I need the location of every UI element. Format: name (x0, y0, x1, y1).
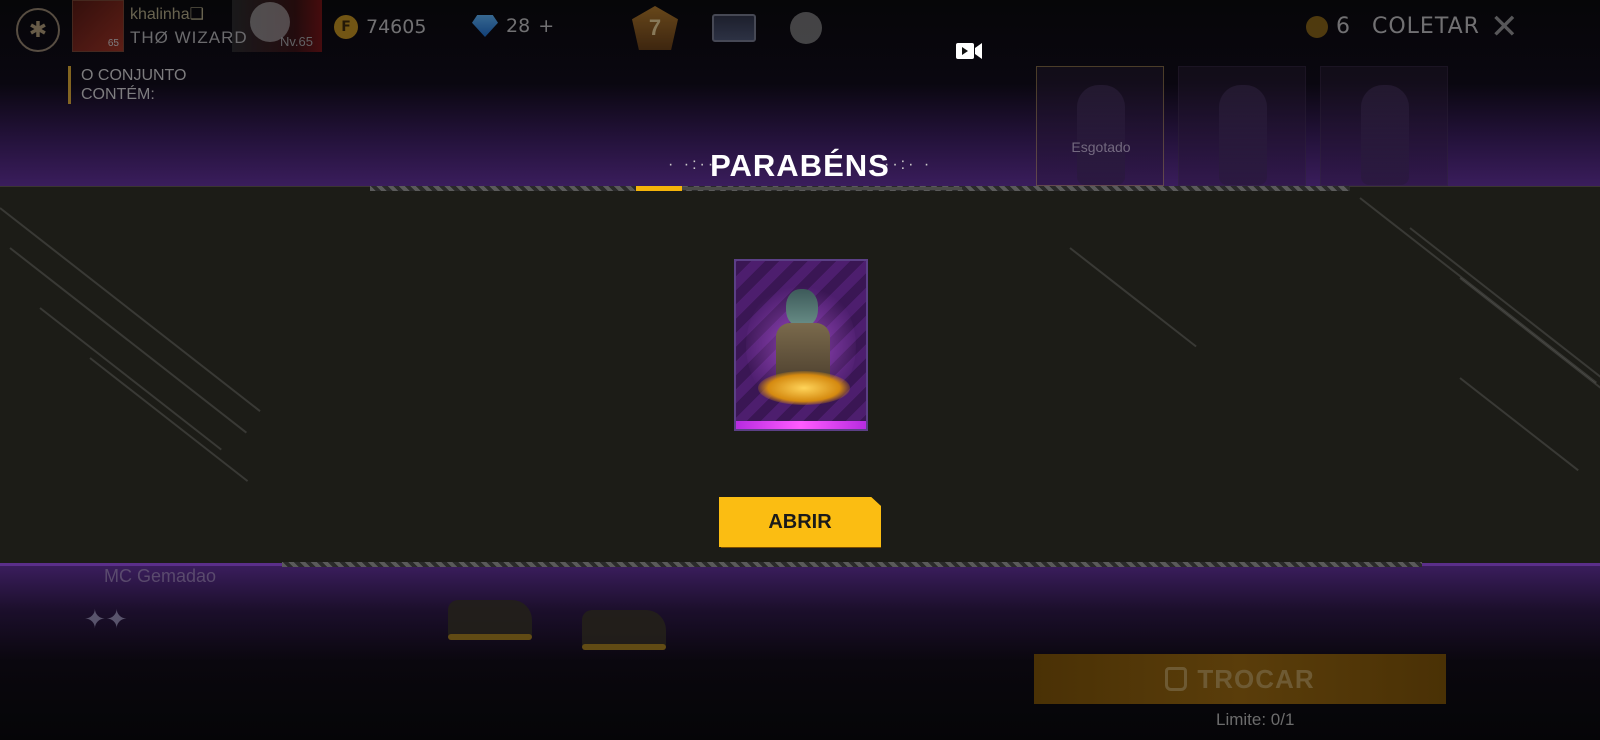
decor-streak (1069, 247, 1197, 348)
limit-text: Limite: 0/1 (1216, 710, 1295, 729)
character-head (786, 289, 818, 327)
bottom-left-text: MC Gemadao (104, 566, 217, 586)
set-label-line2: CONTÉM: (81, 86, 155, 103)
diamond-value: 28 (506, 15, 531, 37)
reward-item-card[interactable] (734, 259, 868, 431)
decor-streak (9, 247, 248, 434)
decor-streak (89, 357, 249, 482)
rarity-bar (736, 421, 866, 429)
character-golden-effect (758, 371, 850, 405)
avatar-level: 65 (107, 38, 119, 49)
coin-value: 74605 (366, 16, 427, 38)
decor-streak (1459, 377, 1579, 472)
title-underline-accent (636, 186, 682, 191)
trade-button[interactable]: TROCAR (1034, 654, 1446, 704)
coin-icon: F (334, 15, 358, 39)
title-underline (636, 187, 962, 190)
trade-button-label: TROCAR (1197, 663, 1315, 694)
diamond-add-icon[interactable]: + (538, 15, 554, 37)
set-label-line1: O CONJUNTO (81, 67, 187, 84)
rank-number: 7 (648, 15, 662, 40)
bag-icon (1165, 667, 1188, 691)
mystery-icon[interactable] (790, 12, 822, 44)
settings-icon[interactable]: ✱ (16, 8, 60, 52)
top-bar: ✱ 65 khalinha❑ THØ WIZARD Nv.65 F 74605 … (0, 0, 1600, 56)
character-shoe-left (448, 600, 532, 640)
decor-streak (39, 307, 222, 451)
decor-streak (0, 207, 261, 412)
coin-balance[interactable]: F 74605 (334, 15, 426, 39)
stars-icon: ✦✦ (84, 604, 128, 634)
diamond-balance[interactable]: 28 + (472, 15, 554, 37)
guild-level: Nv.65 (280, 34, 313, 49)
collect-count: 6 (1336, 14, 1350, 39)
close-icon[interactable]: ✕ (1490, 10, 1519, 44)
modal-title: PARABÉNS (710, 148, 890, 183)
decor-streak (1459, 277, 1600, 402)
card-icon[interactable] (712, 14, 756, 42)
guild-name: THØ WIZARD (130, 28, 248, 47)
rank-badge-icon[interactable]: 7 (632, 6, 678, 50)
set-contents-label: O CONJUNTO CONTÉM: (68, 66, 186, 104)
collect-area[interactable]: 6 COLETAR (1306, 14, 1480, 39)
background-bottom (0, 566, 1600, 740)
player-name: khalinha❑ (130, 6, 204, 23)
collect-coin-icon (1306, 15, 1328, 38)
avatar[interactable]: 65 (72, 0, 124, 52)
character-shoe-right (582, 610, 666, 650)
bottom-hatch-strip (282, 562, 1422, 567)
diamond-icon (472, 15, 498, 37)
collect-label: COLETAR (1372, 14, 1480, 39)
open-button[interactable]: ABRIR (719, 497, 881, 547)
video-record-icon[interactable] (955, 40, 983, 62)
